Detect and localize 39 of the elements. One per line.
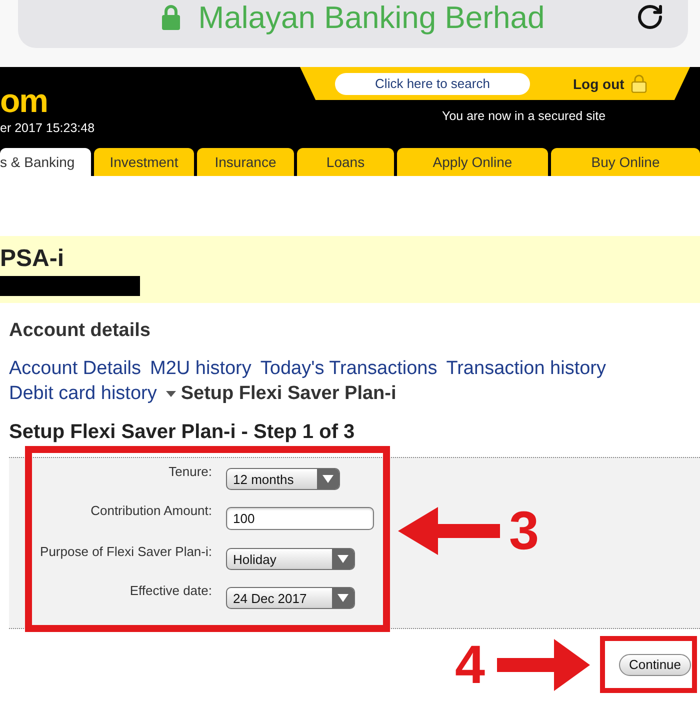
nav-tab[interactable]: Buy Online bbox=[551, 148, 700, 176]
reload-icon[interactable] bbox=[636, 3, 664, 31]
dropdown-arrow-icon bbox=[317, 469, 339, 489]
nav-link[interactable]: Transaction history bbox=[446, 356, 606, 381]
secure-site-text: You are now in a secured site bbox=[442, 109, 606, 123]
nav-link[interactable]: Today's Transactions bbox=[260, 356, 438, 381]
logout-button[interactable]: Log out bbox=[573, 74, 648, 93]
search-button[interactable]: Click here to search bbox=[335, 72, 530, 94]
field-label: Contribution Amount: bbox=[90, 503, 212, 519]
dropdown-arrow-icon bbox=[332, 588, 354, 608]
section-title: Account details bbox=[9, 320, 152, 342]
nav-link[interactable]: Account Details bbox=[9, 356, 142, 381]
nav-tab[interactable]: Insurance bbox=[197, 148, 294, 176]
input-field[interactable]: 100 bbox=[226, 507, 374, 530]
dropdown[interactable]: 24 Dec 2017 bbox=[226, 587, 355, 609]
dropdown-arrow-icon bbox=[332, 549, 354, 569]
callout-number: 4 bbox=[454, 638, 485, 692]
lock-icon bbox=[161, 4, 182, 30]
field-label: Tenure: bbox=[168, 464, 212, 480]
address-text: Malayan Banking Berhad bbox=[198, 2, 545, 32]
continue-button[interactable]: Continue bbox=[619, 654, 691, 676]
nav-link[interactable]: Debit card history bbox=[9, 381, 157, 406]
date-time-text: er 2017 15:23:48 bbox=[0, 121, 95, 135]
lock-icon bbox=[631, 74, 648, 93]
dropdown[interactable]: Holiday bbox=[226, 548, 355, 570]
nav-link[interactable]: Setup Flexi Saver Plan-i bbox=[166, 381, 396, 406]
account-name: PSA-i bbox=[0, 246, 64, 272]
dropdown[interactable]: 12 months bbox=[226, 468, 340, 490]
field-label: Purpose of Flexi Saver Plan-i: bbox=[39, 544, 212, 560]
nav-link[interactable]: M2U history bbox=[150, 356, 252, 381]
nav-tab[interactable]: Investment bbox=[94, 148, 194, 176]
field-label: Effective date: bbox=[128, 583, 212, 599]
form-title: Setup Flexi Saver Plan-i - Step 1 of 3 bbox=[9, 421, 356, 443]
callout-number: 3 bbox=[509, 504, 540, 558]
logo-text: om bbox=[0, 86, 48, 116]
nav-tab[interactable]: Apply Online bbox=[397, 148, 548, 176]
caret-icon bbox=[166, 390, 176, 396]
nav-tab[interactable]: s & Banking bbox=[0, 148, 91, 176]
nav-tab[interactable]: Loans bbox=[297, 148, 394, 176]
